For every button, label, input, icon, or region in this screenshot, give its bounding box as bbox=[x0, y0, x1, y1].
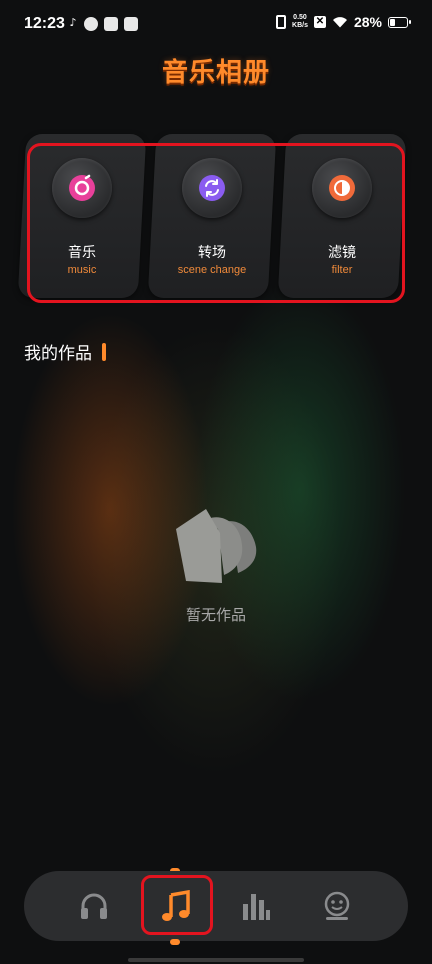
no-sim-icon: ✕ bbox=[313, 16, 326, 28]
wifi-icon bbox=[332, 16, 348, 28]
nav-item-profile[interactable] bbox=[302, 871, 372, 941]
profile-icon bbox=[324, 891, 350, 920]
works-title-accent bbox=[102, 342, 106, 361]
equalizer-icon bbox=[243, 894, 270, 920]
active-indicator-bottom bbox=[170, 939, 180, 945]
feature-card-transition[interactable]: 转场 scene change bbox=[147, 134, 277, 298]
notification-icons: ♪ bbox=[68, 17, 138, 31]
nav-item-charts[interactable] bbox=[221, 871, 291, 941]
feature-sublabel: scene change bbox=[177, 264, 247, 276]
music-note-icon bbox=[162, 890, 190, 921]
empty-state-text: 暂无作品 bbox=[185, 606, 246, 624]
nav-item-music[interactable] bbox=[141, 871, 211, 941]
net-speed: 0.50 KB/s bbox=[292, 14, 308, 30]
net-speed-value: 0.50 bbox=[293, 14, 307, 21]
app-notification-icon bbox=[84, 17, 98, 31]
battery-fill bbox=[390, 18, 396, 26]
app-notification-icon-2 bbox=[104, 17, 118, 31]
status-bar: 12:23 ♪ 0.50 KB/s ✕ 28% bbox=[0, 0, 432, 50]
app-notification-icon-3 bbox=[124, 17, 138, 31]
nav-item-headphones[interactable] bbox=[59, 871, 129, 941]
transition-icon bbox=[182, 158, 242, 218]
empty-album-icon bbox=[176, 509, 257, 583]
home-indicator bbox=[128, 958, 304, 962]
tiktok-icon: ♪ bbox=[69, 16, 77, 29]
works-title-text: 我的作品 bbox=[24, 344, 92, 364]
feature-sublabel: filter bbox=[331, 264, 353, 276]
page-title: 音乐相册 bbox=[161, 58, 270, 88]
filter-icon bbox=[312, 158, 372, 218]
feature-panel: 音乐 music 转场 scene change 滤镜 filter bbox=[17, 134, 412, 306]
net-speed-unit: KB/s bbox=[292, 22, 308, 29]
feature-card-music[interactable]: 音乐 music bbox=[17, 134, 147, 298]
works-section-title: 我的作品 bbox=[24, 339, 106, 364]
status-right-area: 0.50 KB/s ✕ 28% bbox=[276, 14, 411, 30]
feature-label: 滤镜 bbox=[328, 245, 356, 261]
battery-percent: 28% bbox=[353, 14, 382, 30]
vibrate-icon bbox=[276, 15, 287, 29]
feature-label: 音乐 bbox=[68, 245, 96, 261]
feature-sublabel: music bbox=[67, 264, 97, 276]
bottom-nav bbox=[24, 871, 408, 941]
feature-card-filter[interactable]: 滤镜 filter bbox=[277, 134, 407, 298]
music-disc-icon bbox=[52, 158, 112, 218]
headphones-icon bbox=[81, 893, 107, 919]
feature-label: 转场 bbox=[198, 245, 226, 261]
status-time: 12:23 bbox=[24, 15, 65, 32]
battery-icon bbox=[388, 16, 411, 28]
